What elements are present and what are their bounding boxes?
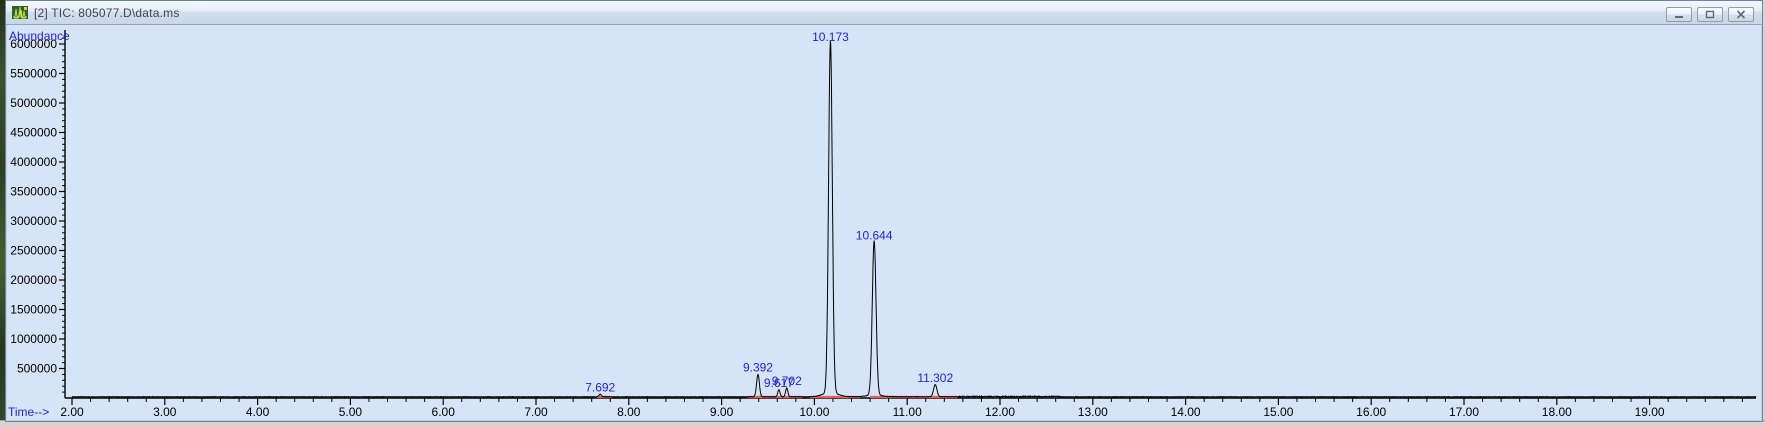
restore-icon (1705, 10, 1715, 19)
x-tick-label: 11.00 (893, 405, 922, 419)
x-tick-label: 9.00 (710, 405, 734, 419)
close-button[interactable] (1728, 7, 1754, 22)
x-tick-label: 7.00 (524, 405, 548, 419)
window-title-bar[interactable]: [2] TIC: 805077.D\data.ms (6, 1, 1762, 25)
minimize-icon (1674, 10, 1684, 19)
x-tick-label: 10.00 (799, 405, 829, 419)
peak-label: 10.173 (812, 30, 849, 44)
x-tick-label: 6.00 (432, 405, 456, 419)
close-icon (1736, 10, 1746, 19)
x-tick-label: 19.00 (1635, 405, 1665, 419)
y-tick-label: 4500000 (10, 126, 57, 140)
x-tick-label: 5.00 (339, 405, 363, 419)
minimize-button[interactable] (1666, 7, 1692, 22)
peak-label: 9.702 (772, 374, 802, 388)
y-axis-title: Abundance (9, 29, 70, 43)
y-tick-label: 500000 (17, 362, 57, 376)
y-tick-label: 1000000 (10, 332, 57, 346)
x-tick-label: 8.00 (617, 405, 641, 419)
x-tick-label: 18.00 (1542, 405, 1572, 419)
window-title: [2] TIC: 805077.D\data.ms (34, 6, 180, 20)
x-axis-title: Time--> (8, 405, 49, 419)
peak-label: 10.644 (856, 228, 893, 242)
y-tick-label: 1500000 (10, 303, 57, 317)
x-tick-label: 4.00 (246, 405, 270, 419)
y-tick-label: 5500000 (10, 67, 57, 81)
chromatogram-icon (12, 5, 28, 20)
x-tick-label: 3.00 (153, 405, 177, 419)
tic-trace (72, 40, 1756, 397)
window-controls (1666, 7, 1754, 22)
x-tick-label: 2.00 (60, 405, 84, 419)
plot-area: 500000 1000000 1500000 2000000 2500000 300000… (6, 24, 1760, 419)
x-tick-label: 13.00 (1078, 405, 1108, 419)
y-tick-label: 3000000 (10, 214, 57, 228)
y-tick-label: 2500000 (10, 244, 57, 258)
y-tick-label: 5000000 (10, 96, 57, 110)
x-tick-label: 14.00 (1171, 405, 1201, 419)
peak-label: 11.302 (917, 371, 953, 385)
x-tick-label: 17.00 (1449, 405, 1479, 419)
peak-label: 9.392 (743, 361, 773, 375)
y-tick-label: 4000000 (10, 155, 57, 169)
y-tick-label: 3500000 (10, 185, 57, 199)
chromatogram-plot[interactable]: 500000 1000000 1500000 2000000 2500000 300000… (6, 24, 1760, 419)
peak-label: 7.692 (585, 380, 615, 394)
restore-button[interactable] (1697, 7, 1723, 22)
y-tick-label: 2000000 (10, 273, 57, 287)
x-tick-label: 15.00 (1263, 405, 1293, 419)
chromatogram-window: [2] TIC: 805077.D\data.ms 500000 1000000 1… (5, 0, 1763, 422)
x-tick-label: 16.00 (1356, 405, 1386, 419)
x-tick-label: 12.00 (985, 405, 1015, 419)
